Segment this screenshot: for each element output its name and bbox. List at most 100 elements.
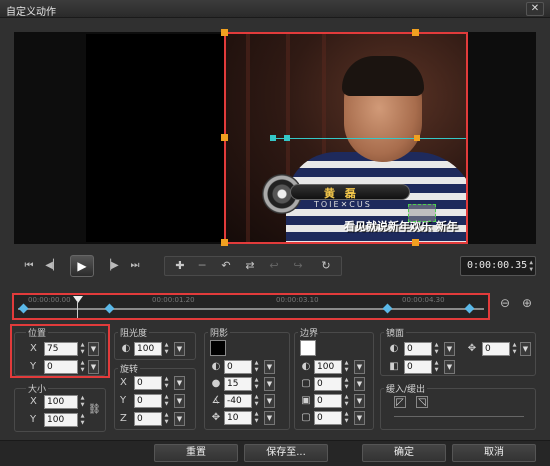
- keyframe-marker[interactable]: [464, 303, 475, 314]
- rotation-y-spinner[interactable]: ▲ ▼: [162, 394, 171, 408]
- rotation-x-input[interactable]: 0: [134, 376, 162, 390]
- mirror-opacity-dropdown[interactable]: ▼: [444, 342, 455, 356]
- opacity-input[interactable]: 100: [134, 342, 162, 356]
- reset-button[interactable]: 重置: [154, 444, 238, 462]
- shadow-blur-spinner[interactable]: ▲ ▼: [252, 377, 261, 391]
- size-y-input[interactable]: 100: [44, 413, 78, 427]
- mirror-distance-input[interactable]: 0: [482, 342, 510, 356]
- shadow-opacity-input[interactable]: 0: [224, 360, 252, 374]
- opacity-spinner[interactable]: ▲ ▼: [162, 342, 171, 356]
- mirror-label: 镜面: [384, 326, 407, 339]
- show-logo-subtitle: TOIE✕CUS: [314, 200, 372, 209]
- border-round-spinner[interactable]: ▲ ▼: [342, 411, 351, 425]
- border-opacity-input[interactable]: 100: [314, 360, 342, 374]
- keyframe-marker[interactable]: [382, 303, 393, 314]
- save-to-button[interactable]: 保存至...: [244, 444, 328, 462]
- mirror-distance-spinner[interactable]: ▲ ▼: [510, 342, 519, 356]
- motion-path-point[interactable]: [414, 135, 420, 141]
- timecode-spinner[interactable]: ▲ ▼: [529, 259, 533, 273]
- mirror-opacity-spinner[interactable]: ▲ ▼: [432, 342, 441, 356]
- keyframe-marker[interactable]: [104, 303, 115, 314]
- shadow-distance-input[interactable]: 10: [224, 411, 252, 425]
- next-frame-icon[interactable]: ▕▶: [102, 258, 120, 274]
- rotation-x-spinner[interactable]: ▲ ▼: [162, 376, 171, 390]
- rotation-label: 旋转: [118, 362, 141, 375]
- shadow-color-swatch[interactable]: [210, 340, 226, 356]
- mirror-distance-dropdown[interactable]: ▼: [520, 342, 531, 356]
- next-keyframe-icon[interactable]: ↪: [289, 259, 307, 273]
- border-width-dropdown[interactable]: ▼: [354, 377, 365, 391]
- border-width-input[interactable]: 0: [314, 377, 342, 391]
- show-logo-title: 黄 磊: [324, 187, 359, 200]
- shadow-blur-input[interactable]: 15: [224, 377, 252, 391]
- motion-path-point[interactable]: [284, 135, 290, 141]
- add-keyframe-icon[interactable]: ✚: [171, 259, 189, 273]
- border-round-dropdown[interactable]: ▼: [354, 411, 365, 425]
- preview-empty-region: [86, 34, 226, 242]
- mirror-fade-input[interactable]: 0: [404, 360, 432, 374]
- border-color-swatch[interactable]: [300, 340, 316, 356]
- rotation-y-dropdown[interactable]: ▼: [174, 394, 185, 408]
- resize-handle[interactable]: [412, 239, 419, 246]
- reverse-icon[interactable]: ↶: [217, 259, 235, 273]
- rotation-y-input[interactable]: 0: [134, 394, 162, 408]
- go-to-end-icon[interactable]: ⏭: [126, 258, 144, 274]
- motion-path-point[interactable]: [270, 135, 276, 141]
- zoom-in-icon[interactable]: ⊕: [520, 296, 534, 310]
- move-keyframe-icon[interactable]: ↻: [317, 259, 335, 273]
- cancel-button[interactable]: 取消: [452, 444, 536, 462]
- rotation-x-dropdown[interactable]: ▼: [174, 376, 185, 390]
- resize-handle[interactable]: [221, 134, 228, 141]
- prev-keyframe-icon[interactable]: ↩: [265, 259, 283, 273]
- border-blur-dropdown[interactable]: ▼: [354, 394, 365, 408]
- border-blur-input[interactable]: 0: [314, 394, 342, 408]
- anchor-box[interactable]: [408, 204, 436, 222]
- size-y-spinner[interactable]: ▲ ▼: [78, 413, 87, 427]
- timecode-field[interactable]: 0:00:00.35 ▲ ▼: [460, 256, 536, 276]
- rotation-z-spinner[interactable]: ▲ ▼: [162, 412, 171, 426]
- shadow-angle-dropdown[interactable]: ▼: [264, 394, 275, 408]
- resize-handle[interactable]: [221, 29, 228, 36]
- play-icon[interactable]: ▶: [70, 255, 94, 277]
- size-x-input[interactable]: 100: [44, 395, 78, 409]
- rotation-z-input[interactable]: 0: [134, 412, 162, 426]
- shadow-distance-icon: ✥: [211, 412, 221, 423]
- keyframe-timeline[interactable]: 00:00:00.00 00:00:01.20 00:00:03.10 00:0…: [12, 293, 490, 320]
- fade-in-icon[interactable]: ◸: [394, 396, 406, 408]
- preview-area[interactable]: 黄 磊 TOIE✕CUS 看见就说新年欢乐 新年: [14, 29, 536, 246]
- border-blur-spinner[interactable]: ▲ ▼: [342, 394, 351, 408]
- resize-handle[interactable]: [221, 239, 228, 246]
- mirror-opacity-input[interactable]: 0: [404, 342, 432, 356]
- shadow-angle-spinner[interactable]: ▲ ▼: [252, 394, 261, 408]
- shadow-distance-dropdown[interactable]: ▼: [264, 411, 275, 425]
- go-to-start-icon[interactable]: ⏮: [20, 258, 38, 274]
- shadow-distance-spinner[interactable]: ▲ ▼: [252, 411, 261, 425]
- resize-handle[interactable]: [412, 29, 419, 36]
- border-opacity-spinner[interactable]: ▲ ▼: [342, 360, 351, 374]
- rotation-z-dropdown[interactable]: ▼: [174, 412, 185, 426]
- border-width-spinner[interactable]: ▲ ▼: [342, 377, 351, 391]
- size-x-spinner[interactable]: ▲ ▼: [78, 395, 87, 409]
- shadow-angle-input[interactable]: -40: [224, 394, 252, 408]
- mirror-fade-dropdown[interactable]: ▼: [444, 360, 455, 374]
- timeline-track[interactable]: [18, 308, 484, 310]
- previous-frame-icon[interactable]: ◀▏: [44, 258, 62, 274]
- keyframe-marker[interactable]: [18, 303, 29, 314]
- video-subtitle: 看见就说新年欢乐 新年: [344, 220, 458, 233]
- close-button[interactable]: ✕: [526, 2, 544, 16]
- opacity-dropdown[interactable]: ▼: [174, 342, 185, 356]
- swap-icon[interactable]: ⇄: [241, 259, 259, 273]
- shadow-blur-dropdown[interactable]: ▼: [264, 377, 275, 391]
- remove-keyframe-icon[interactable]: ━: [193, 259, 211, 273]
- mirror-fade-spinner[interactable]: ▲ ▼: [432, 360, 441, 374]
- link-aspect-icon[interactable]: ⛓: [88, 404, 101, 416]
- shadow-opacity-spinner[interactable]: ▲ ▼: [252, 360, 261, 374]
- playhead[interactable]: [73, 296, 83, 303]
- ok-button[interactable]: 确定: [362, 444, 446, 462]
- zoom-out-icon[interactable]: ⊖: [498, 296, 512, 310]
- border-round-input[interactable]: 0: [314, 411, 342, 425]
- fade-slider-track[interactable]: [394, 416, 524, 417]
- border-opacity-dropdown[interactable]: ▼: [354, 360, 365, 374]
- shadow-opacity-dropdown[interactable]: ▼: [264, 360, 275, 374]
- fade-out-icon[interactable]: ◹: [416, 396, 428, 408]
